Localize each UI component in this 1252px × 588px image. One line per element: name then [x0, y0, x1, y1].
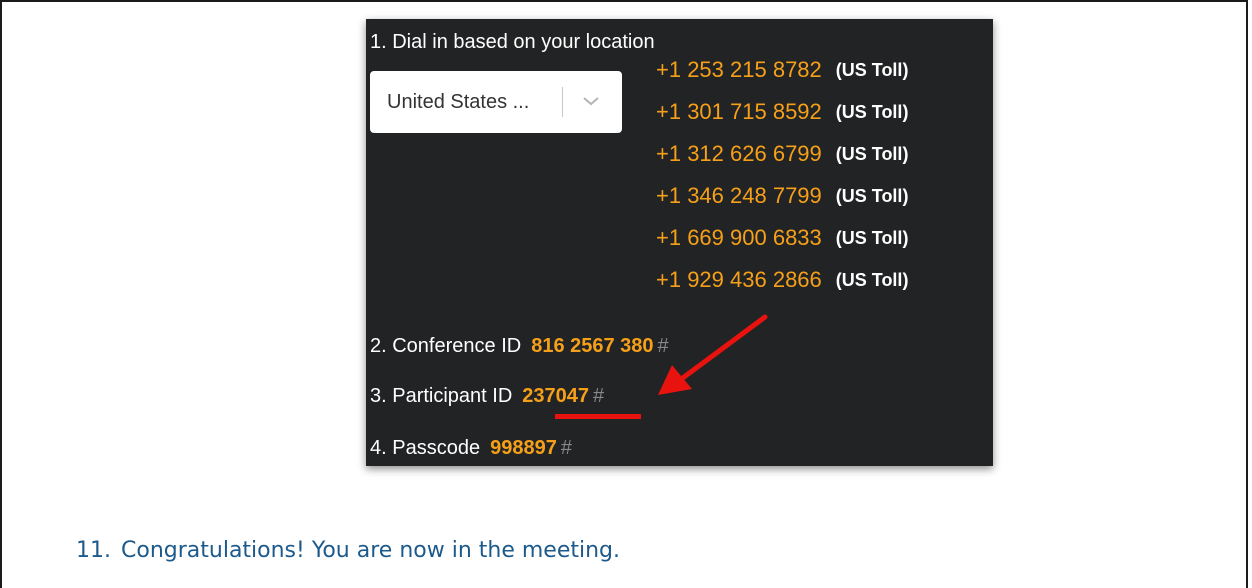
passcode-value: 998897 [490, 437, 557, 459]
phone-type-label: (US Toll) [835, 101, 909, 122]
participant-id-row: 3. Participant ID 237047 # [370, 385, 604, 408]
hash-symbol: # [593, 385, 605, 407]
phone-row: +1 301 715 8592 (US Toll) [656, 91, 908, 133]
phone-type-label: (US Toll) [835, 227, 909, 248]
phone-number-link[interactable]: +1 346 248 7799 [656, 183, 822, 209]
step-text: Congratulations! You are now in the meet… [121, 538, 620, 563]
phone-row: +1 929 436 2866 (US Toll) [656, 259, 908, 301]
chevron-down-icon [583, 97, 599, 106]
phone-number-link[interactable]: +1 669 900 6833 [656, 225, 822, 251]
phone-type-label: (US Toll) [835, 59, 909, 80]
participant-id-value: 237047 [522, 385, 590, 407]
annotation-arrow-icon [658, 314, 768, 395]
phone-row: +1 346 248 7799 (US Toll) [656, 175, 908, 217]
phone-number-link[interactable]: +1 301 715 8592 [656, 99, 822, 125]
phone-number-link[interactable]: +1 929 436 2866 [656, 267, 822, 293]
phone-row: +1 253 215 8782 (US Toll) [656, 49, 908, 91]
country-select-value: United States ... [387, 91, 530, 113]
phone-number-link[interactable]: +1 253 215 8782 [656, 57, 822, 83]
phone-row: +1 312 626 6799 (US Toll) [656, 133, 908, 175]
annotation-underline [555, 414, 641, 419]
phone-type-label: (US Toll) [835, 269, 909, 290]
step-dial-in-label: 1. Dial in based on your location [370, 31, 655, 53]
passcode-row: 4. Passcode 998897 # [370, 437, 572, 460]
step-number: 11. [76, 538, 111, 563]
instruction-step: 11. Congratulations! You are now in the m… [76, 538, 620, 563]
phone-type-label: (US Toll) [835, 143, 909, 164]
phone-number-list: +1 253 215 8782 (US Toll) +1 301 715 859… [656, 49, 908, 301]
select-divider [562, 87, 563, 117]
participant-id-label: 3. Participant ID [370, 385, 513, 407]
country-select[interactable]: United States ... [370, 71, 622, 133]
passcode-label: 4. Passcode [370, 437, 481, 459]
phone-row: +1 669 900 6833 (US Toll) [656, 217, 908, 259]
phone-type-label: (US Toll) [835, 185, 909, 206]
phone-number-link[interactable]: +1 312 626 6799 [656, 141, 822, 167]
hash-symbol: # [560, 437, 572, 459]
conference-id-label: 2. Conference ID [370, 335, 522, 357]
